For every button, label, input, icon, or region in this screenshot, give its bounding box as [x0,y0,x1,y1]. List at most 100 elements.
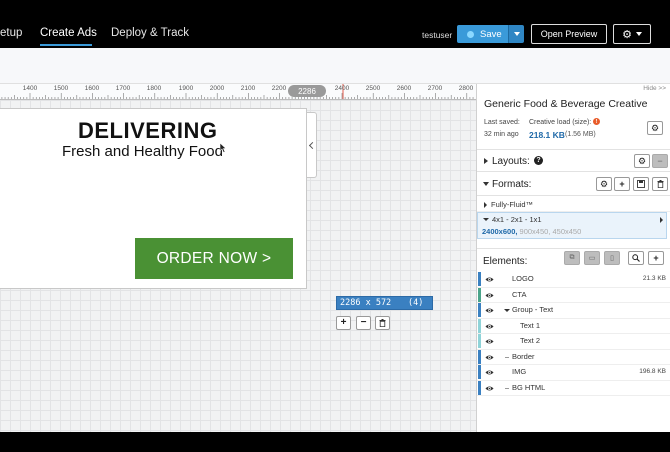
formats-section[interactable]: Formats: ⚙ + [477,173,670,196]
ruler-label: 1800 [146,85,162,92]
collapse-arrow-icon[interactable] [504,309,510,312]
gear-icon: ⚙ [622,28,632,41]
element-name: Text 2 [520,336,541,345]
collapse-handle[interactable] [307,112,317,178]
element-name: Text 1 [520,320,541,330]
ruler-label: 2200 [271,85,287,92]
bottom-bar [0,432,670,452]
zoom-out-button[interactable]: − [356,316,371,330]
eye-icon[interactable] [485,275,494,284]
open-preview-button[interactable]: Open Preview [531,24,607,44]
formats-label: Formats: [492,179,532,190]
add-element-button[interactable]: + [648,251,664,265]
element-name: BG HTML [512,382,546,392]
ad-preview[interactable]: DELIVERING Fresh and Healthy Food ORDER … [0,108,307,289]
tree-connector [505,387,509,389]
minus-icon: − [360,317,367,328]
format-sizes: 2400x600, 900x450, 450x450 [482,227,581,236]
canvas-size-count: (4) [408,298,424,308]
active-tab-indicator [40,44,92,46]
ruler-position-marker[interactable]: 2286 [288,85,326,97]
save-options-dropdown[interactable] [508,25,524,43]
username: testuser [422,30,453,40]
add-format-button[interactable]: + [614,177,630,191]
help-icon[interactable]: ? [534,156,543,165]
ad-cta-button[interactable]: ORDER NOW > [135,238,293,279]
minus-icon: − [657,156,663,166]
format-item-fully-fluid[interactable]: Fully-Fluid™ [477,198,670,212]
element-name: Border [512,351,535,361]
layouts-settings-button[interactable]: ⚙ [634,154,650,168]
last-saved-label: Last saved: [484,119,520,126]
format-size-others[interactable]: 900x450, 450x450 [517,227,582,236]
format-size-active[interactable]: 2400x600, [482,227,517,236]
expand-arrow-icon[interactable] [484,158,488,164]
eye-icon[interactable] [485,322,494,331]
horizontal-ruler: 1400 1500 1600 1700 1800 1900 2000 2100 … [0,84,476,100]
formats-settings-button[interactable]: ⚙ [596,177,612,191]
element-row[interactable]: Border [477,349,670,365]
eye-icon[interactable] [485,384,494,393]
tab-deploy-track[interactable]: Deploy & Track [111,27,189,39]
zoom-in-button[interactable]: + [336,316,351,330]
save-format-button[interactable] [633,177,649,191]
design-canvas[interactable]: DELIVERING Fresh and Healthy Food ORDER … [0,100,476,432]
trash-icon: ▯ [610,255,614,262]
ruler-label: 2700 [427,85,443,92]
ruler-label: 2100 [240,85,256,92]
collapse-arrow-icon[interactable] [483,218,489,221]
layouts-section[interactable]: Layouts: ⚙ − [477,149,670,172]
delete-element-button[interactable]: ▯ [604,251,620,265]
delete-format-button[interactable] [652,177,668,191]
gear-icon: ⚙ [599,178,609,189]
ruler-label: 2000 [209,85,225,92]
folder-element-button[interactable]: ▭ [584,251,600,265]
element-row[interactable]: CTA [477,287,670,303]
element-color-bar [478,318,481,333]
creative-settings-button[interactable]: ⚙ [647,121,663,135]
format-label: Fully-Fluid™ [491,200,534,209]
elements-section: Elements: ⧉ ▭ ▯ + [477,248,670,268]
trash-icon [379,319,386,327]
layouts-collapse-button[interactable]: − [652,154,668,168]
eye-icon[interactable] [485,306,494,315]
settings-menu-button[interactable]: ⚙ [613,24,651,44]
tab-setup[interactable]: etup [0,27,22,39]
search-elements-button[interactable] [628,251,644,265]
collapse-arrow-icon[interactable] [483,182,489,186]
copy-element-button[interactable]: ⧉ [564,251,580,265]
eye-icon[interactable] [485,353,494,362]
hide-panel-link[interactable]: Hide >> [643,85,666,92]
save-button[interactable]: Save [457,25,508,43]
element-row[interactable]: LOGO 21.3 KB [477,272,670,288]
element-color-bar [478,349,481,364]
element-row[interactable]: IMG 196.8 KB [477,365,670,381]
expand-arrow-icon[interactable] [484,202,487,208]
delete-size-button[interactable] [375,316,390,330]
last-saved-value: 32 min ago [484,131,519,138]
layouts-label: Layouts: [492,156,530,167]
toolbar-strip [0,48,670,84]
chevron-right-icon[interactable] [660,217,663,223]
eye-icon[interactable] [485,291,494,300]
eye-icon[interactable] [485,337,494,346]
element-row[interactable]: Text 1 [477,318,670,334]
element-size: 196.8 KB [639,368,666,375]
element-row[interactable]: BG HTML [477,380,670,396]
ruler-label: 2400 [334,85,350,92]
creative-load-total: (1.56 MB) [565,131,596,138]
chevron-down-icon [635,32,642,36]
ad-subheadline[interactable]: Fresh and Healthy Food [62,143,223,160]
eye-icon[interactable] [485,368,494,377]
tree-connector [505,356,509,358]
tab-create-ads[interactable]: Create Ads [40,27,97,39]
element-color-bar [478,365,481,379]
element-row[interactable]: Group - Text [477,303,670,319]
warning-icon[interactable]: ! [593,118,600,125]
canvas-size-label: 2286 x 572 [340,298,392,308]
ad-headline[interactable]: DELIVERING [78,118,217,144]
copy-icon: ⧉ [569,254,575,261]
app-window: etup Create Ads Deploy & Track testuser … [0,0,670,452]
element-row[interactable]: Text 2 [477,334,670,350]
creative-title: Generic Food & Beverage Creative [484,98,648,110]
